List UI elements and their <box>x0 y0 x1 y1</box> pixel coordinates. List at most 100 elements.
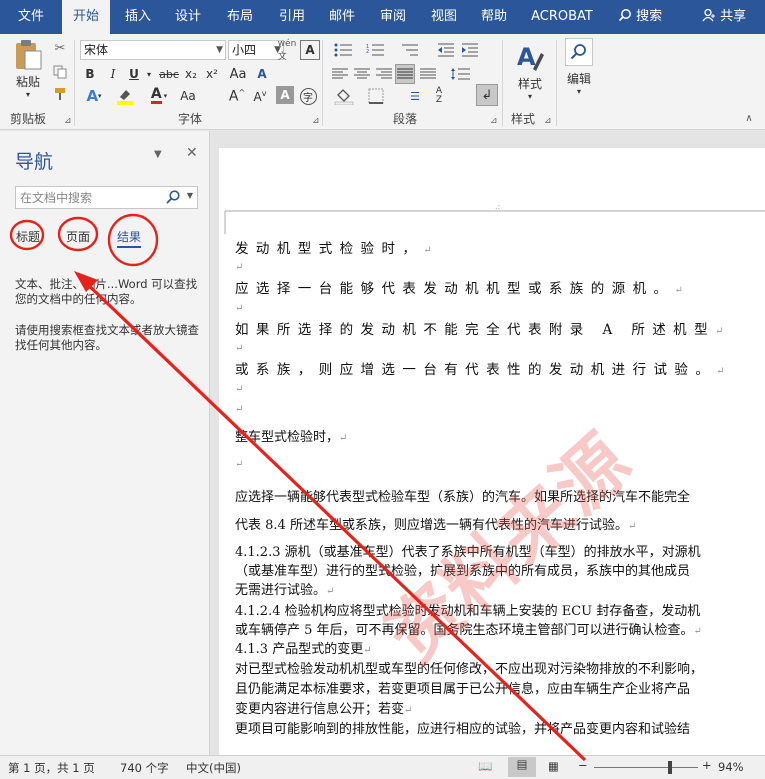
bullet-list-icon <box>334 43 352 57</box>
distributed-button[interactable] <box>418 64 438 84</box>
align-left-button[interactable] <box>330 64 350 84</box>
header-mark: .: <box>495 202 501 211</box>
enclose-char-button[interactable]: 字 <box>298 86 318 106</box>
distributed-icon <box>420 68 436 79</box>
clipboard-group-label: 剪贴板 <box>10 112 47 126</box>
chevron-down-icon[interactable]: ▾ <box>144 64 154 84</box>
status-language[interactable]: 中文(中国) <box>186 760 241 776</box>
menu-home[interactable]: 开始 <box>62 0 110 34</box>
align-center-icon <box>354 68 370 79</box>
show-marks-button[interactable]: ↲ <box>476 84 498 106</box>
menu-design[interactable]: 设计 <box>166 0 210 34</box>
increase-indent-button[interactable] <box>460 40 480 60</box>
char-shading-button[interactable]: A <box>276 86 294 104</box>
indent-icon <box>462 43 478 57</box>
doc-line-2: 应选择一台能够代表发动机机型或系族的源机。↵ <box>235 281 691 297</box>
borders-button[interactable] <box>362 86 390 106</box>
status-page-count[interactable]: 第 1 页，共 1 页 <box>8 760 95 776</box>
zoom-out-button[interactable]: − <box>578 758 588 772</box>
nav-search-box[interactable]: ▼ <box>15 186 198 209</box>
document-page[interactable]: .: 发动机型式检验时，↵ ↵ 应选择一台能够代表发动机机型或系族的源机。↵ ↵… <box>219 148 765 755</box>
menu-review[interactable]: 审阅 <box>371 0 415 34</box>
font-name-select[interactable]: 宋体 ▼ <box>80 40 226 60</box>
print-layout-button[interactable]: ▤ <box>508 757 536 777</box>
collapse-ribbon-button[interactable]: ∧ <box>740 110 758 126</box>
shrink-font-button[interactable]: Aa <box>176 86 200 106</box>
menu-insert[interactable]: 插入 <box>116 0 160 34</box>
clipboard-launcher-icon[interactable]: ⊿ <box>64 116 72 126</box>
zoom-slider-track[interactable] <box>594 767 698 768</box>
grow-font-button[interactable]: A^ <box>227 86 247 106</box>
doc-line-16: 变更内容进行信息公开；若变↵ <box>235 702 413 717</box>
font-color-button[interactable]: A ▾ <box>146 86 172 106</box>
menu-layout[interactable]: 布局 <box>218 0 262 34</box>
copy-button[interactable] <box>52 64 68 80</box>
tell-me-search[interactable]: 搜索 <box>612 0 668 34</box>
tab-headings[interactable]: 标题 <box>16 228 40 245</box>
superscript-button[interactable]: x² <box>203 64 221 84</box>
font-launcher-icon[interactable]: ⊿ <box>312 116 320 126</box>
sort-button[interactable]: AZ <box>428 86 450 106</box>
page-layout-icon: ▤ <box>516 757 528 771</box>
justify-button[interactable] <box>395 64 415 84</box>
menu-references[interactable]: 引用 <box>270 0 314 34</box>
nav-options-button[interactable]: ▼ <box>154 149 162 160</box>
status-word-count[interactable]: 740 个字 <box>120 760 169 776</box>
styles-launcher-icon[interactable]: ⊿ <box>544 116 552 126</box>
clear-formatting-button[interactable]: A <box>252 64 272 84</box>
shrink-font-2-button[interactable]: Av <box>250 86 270 106</box>
multilevel-list-button[interactable] <box>396 40 422 60</box>
zoom-in-button[interactable]: + <box>702 758 712 772</box>
asian-layout-button[interactable]: ☰ <box>404 86 426 106</box>
decrease-indent-button[interactable] <box>436 40 456 60</box>
document-area[interactable]: .: 发动机型式检验时，↵ ↵ 应选择一台能够代表发动机机型或系族的源机。↵ ↵… <box>211 131 765 755</box>
editing-button[interactable]: 编辑 ▾ <box>562 38 596 106</box>
nav-close-button[interactable]: ✕ <box>186 145 198 161</box>
web-icon: ▦ <box>548 759 559 773</box>
chevron-down-icon[interactable]: ▼ <box>187 191 193 200</box>
align-right-button[interactable] <box>374 64 394 84</box>
group-divider <box>502 40 503 126</box>
menu-acrobat[interactable]: ACROBAT <box>528 0 596 34</box>
zoom-level[interactable]: 94% <box>718 760 744 774</box>
web-layout-button[interactable]: ▦ <box>548 759 559 773</box>
change-case-button[interactable]: Aa <box>228 64 248 84</box>
paint-bucket-icon <box>334 89 354 105</box>
read-mode-button[interactable]: 📖 <box>478 759 492 773</box>
paste-button[interactable]: 粘贴 ▾ <box>8 38 48 100</box>
menu-file[interactable]: 文件 <box>8 0 54 34</box>
cut-button[interactable]: ✂ <box>52 40 68 56</box>
shading-button[interactable] <box>330 86 358 106</box>
menu-mailings[interactable]: 邮件 <box>320 0 364 34</box>
search-icon[interactable] <box>165 189 181 205</box>
bullets-button[interactable] <box>330 40 356 60</box>
italic-button[interactable]: I <box>105 64 121 84</box>
text-effects-button[interactable]: A ▾ <box>82 86 106 106</box>
menu-help[interactable]: 帮助 <box>472 0 516 34</box>
tab-results[interactable]: 结果 <box>117 228 142 248</box>
align-center-button[interactable] <box>352 64 372 84</box>
justify-icon <box>397 68 413 79</box>
format-painter-button[interactable] <box>52 86 68 102</box>
share-button[interactable]: 共享 <box>698 0 750 34</box>
underline-button[interactable]: U <box>126 64 142 84</box>
paragraph-mark: ↵ <box>235 343 244 354</box>
paragraph-launcher-icon[interactable]: ⊿ <box>490 116 498 126</box>
phonetic-guide-button[interactable]: wén 文 <box>276 39 298 62</box>
menu-view[interactable]: 视图 <box>422 0 466 34</box>
nav-search-input[interactable] <box>16 187 161 208</box>
tab-pages[interactable]: 页面 <box>66 228 90 245</box>
line-spacing-button[interactable] <box>446 64 476 84</box>
styles-button[interactable]: A 样式 ▾ <box>508 38 552 106</box>
numbering-button[interactable]: 12 <box>362 40 388 60</box>
paragraph-group-label: 段落 <box>393 112 418 126</box>
bold-button[interactable]: B <box>82 64 98 84</box>
font-shrink-icon: Aa <box>180 89 196 103</box>
font-name-value: 宋体 <box>84 43 109 57</box>
char-border-button[interactable]: A <box>300 40 320 60</box>
highlight-button[interactable] <box>112 86 138 106</box>
zoom-slider-thumb[interactable] <box>668 761 672 774</box>
strikethrough-button[interactable]: abc <box>158 64 180 84</box>
editing-label: 编辑 <box>566 72 591 86</box>
subscript-button[interactable]: x₂ <box>182 64 200 84</box>
